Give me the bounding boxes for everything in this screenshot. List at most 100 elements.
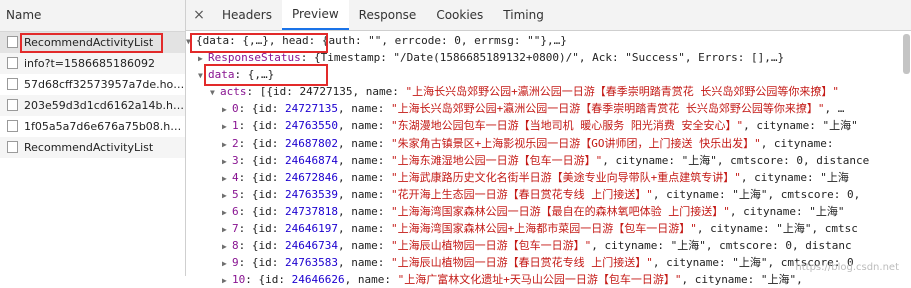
row-name: "上海东滩湿地公园一日游【包车一日游】" — [390, 153, 603, 167]
row-index: 1 — [232, 119, 239, 133]
request-list: RecommendActivityList info?t=158668518609… — [0, 32, 185, 158]
tab-timing[interactable]: Timing — [493, 0, 554, 30]
acts-line[interactable]: ▼ acts: [{id: 24727135, name: "上海长兴岛郊野公园+… — [186, 83, 911, 100]
row-id: 24646626 — [291, 273, 345, 287]
row-name: "上海海湾国家森林公园一日游【最自在的森林氧吧体验 上门接送】" — [390, 204, 730, 218]
expand-triangle-icon[interactable]: ▼ — [198, 67, 208, 83]
act-row[interactable]: ▶ 10: {id: 24646626, name: "上海广富林文化遗址+天马山… — [186, 271, 911, 288]
row-rest: , cityname: "上海" — [743, 119, 858, 133]
collapse-triangle-icon[interactable]: ▶ — [222, 118, 232, 134]
row-sep: , name: — [337, 222, 391, 236]
row-id: 24672846 — [284, 170, 338, 184]
collapse-triangle-icon[interactable]: ▶ — [222, 272, 232, 288]
row-sep: : {id: — [238, 136, 285, 150]
collapse-triangle-icon[interactable]: ▶ — [222, 221, 232, 237]
row-rest: , cityname: — [760, 136, 834, 150]
act-row[interactable]: ▶ 6: {id: 24737818, name: "上海海湾国家森林公园一日游【… — [186, 203, 911, 220]
row-sep: : {id: — [238, 119, 285, 133]
row-sep: , name: — [337, 170, 391, 184]
row-name: "东湖漫地公园包车一日游【当地司机 暖心服务 阳光消费 安全安心】" — [390, 119, 744, 133]
act-row[interactable]: ▶ 8: {id: 24646734, name: "上海辰山植物园一日游【包车一… — [186, 237, 911, 254]
row-rest: , cityname: "上海", cmtscore: 0, distanc — [591, 239, 852, 253]
collapse-triangle-icon[interactable]: ▶ — [222, 101, 232, 117]
row-id: 24737818 — [284, 204, 338, 218]
row-name: "朱家角古镇景区+上海影视乐园一日游【GO讲师团，上门接送 快乐出发】" — [390, 136, 761, 150]
row-sep: : {id: — [238, 256, 285, 270]
row-id: 24646734 — [284, 239, 338, 253]
row-rest: , … — [824, 102, 845, 116]
collapse-triangle-icon[interactable]: ▶ — [222, 170, 232, 186]
row-index: 5 — [232, 187, 239, 201]
request-name: 203e59d3d1cd6162a14b.hot-... — [24, 99, 185, 112]
file-icon — [7, 57, 18, 69]
row-sep: , name: — [337, 153, 391, 167]
name-column-header[interactable]: Name — [0, 0, 185, 32]
row-sep: : {id: — [238, 102, 285, 116]
request-item[interactable]: info?t=1586685186092 — [0, 53, 185, 74]
row-sep: : {id: — [238, 222, 285, 236]
collapse-triangle-icon[interactable]: ▶ — [222, 238, 232, 254]
tab-cookies[interactable]: Cookies — [426, 0, 493, 30]
row-rest: , cityname: "上海 — [740, 170, 849, 184]
request-item[interactable]: 57d68cff32573957a7de.hot-... — [0, 74, 185, 95]
collapse-triangle-icon[interactable]: ▶ — [222, 187, 232, 203]
row-id: 24763583 — [284, 256, 338, 270]
collapse-triangle-icon[interactable]: ▶ — [222, 255, 232, 271]
root-object-line[interactable]: ▼ {data: {,…}, head: {auth: "", errcode: … — [186, 32, 911, 49]
watermark-text: https://blog.csdn.net — [795, 262, 899, 273]
data-key: data — [208, 68, 235, 82]
request-item[interactable]: 203e59d3d1cd6162a14b.hot-... — [0, 95, 185, 116]
act-row[interactable]: ▶ 2: {id: 24687802, name: "朱家角古镇景区+上海影视乐园… — [186, 135, 911, 152]
act-row[interactable]: ▶ 1: {id: 24763550, name: "东湖漫地公园包车一日游【当地… — [186, 117, 911, 134]
tab-preview[interactable]: Preview — [281, 0, 349, 30]
scrollbar-thumb[interactable] — [903, 34, 910, 74]
response-status-value: : {Timestamp: "/Date(1586685189132+0800)… — [300, 51, 785, 65]
row-id: 24646197 — [284, 222, 338, 236]
row-sep: , name: — [337, 119, 391, 133]
close-icon[interactable]: × — [186, 0, 212, 30]
collapse-triangle-icon[interactable]: ▶ — [198, 50, 208, 66]
row-rest: , cityname: "上海" — [729, 204, 845, 218]
row-id: 24727135 — [284, 102, 338, 116]
expand-triangle-icon[interactable]: ▼ — [210, 84, 220, 100]
file-icon — [7, 141, 18, 153]
response-status-key: ResponseStatus — [208, 51, 301, 65]
request-item[interactable]: 1f05a5a7d6e676a75b08.hot-... — [0, 116, 185, 137]
expand-triangle-icon[interactable]: ▼ — [186, 33, 196, 49]
response-status-line[interactable]: ▶ ResponseStatus: {Timestamp: "/Date(1586… — [186, 49, 911, 66]
act-row[interactable]: ▶ 7: {id: 24646197, name: "上海海湾国家森林公园+上海都… — [186, 220, 911, 237]
row-sep: , name: — [337, 187, 391, 201]
row-sep: : {id: — [238, 204, 285, 218]
data-line[interactable]: ▼ data: {,…} — [186, 66, 911, 83]
row-sep: , name: — [337, 256, 391, 270]
preview-tree: ▼ {data: {,…}, head: {auth: "", errcode: … — [186, 32, 911, 286]
collapse-triangle-icon[interactable]: ▶ — [222, 153, 232, 169]
row-rest: , cityname: "上海", cmtscore: 0, — [652, 187, 861, 201]
row-sep: : {id: — [238, 153, 285, 167]
row-sep: : {id: — [238, 170, 285, 184]
row-index: 6 — [232, 204, 239, 218]
act-row[interactable]: ▶ 0: {id: 24727135, name: "上海长兴岛郊野公园+瀛洲公园… — [186, 100, 911, 117]
row-name: "上海海湾国家森林公园+上海都市菜园一日游【包车一日游】" — [390, 222, 697, 236]
tab-headers[interactable]: Headers — [212, 0, 282, 30]
tab-list: Headers Preview Response Cookies Timing — [212, 0, 554, 30]
request-item[interactable]: RecommendActivityList — [0, 137, 185, 158]
row-index: 0 — [232, 102, 239, 116]
row-name: "花开海上生态园一日游【春日赏花专线 上门接送】" — [390, 187, 653, 201]
tab-response[interactable]: Response — [349, 0, 427, 30]
request-name: RecommendActivityList — [24, 141, 154, 154]
row-index: 8 — [232, 239, 239, 253]
acts-prefix: : [{id: 24727135, name: — [246, 85, 406, 99]
collapse-triangle-icon[interactable]: ▶ — [222, 136, 232, 152]
request-name: 1f05a5a7d6e676a75b08.hot-... — [24, 120, 185, 133]
file-icon — [7, 99, 18, 111]
row-name: "上海武康路历史文化名街半日游【美途专业向导带队+重点建筑专讲】" — [390, 170, 741, 184]
row-id: 24646874 — [284, 153, 338, 167]
acts-rows: ▶ 0: {id: 24727135, name: "上海长兴岛郊野公园+瀛洲公园… — [186, 100, 911, 288]
request-list-panel: Name RecommendActivityList info?t=1586685… — [0, 0, 186, 276]
request-item[interactable]: RecommendActivityList — [0, 32, 185, 53]
act-row[interactable]: ▶ 3: {id: 24646874, name: "上海东滩湿地公园一日游【包车… — [186, 152, 911, 169]
act-row[interactable]: ▶ 4: {id: 24672846, name: "上海武康路历史文化名街半日游… — [186, 169, 911, 186]
collapse-triangle-icon[interactable]: ▶ — [222, 204, 232, 220]
act-row[interactable]: ▶ 5: {id: 24763539, name: "花开海上生态园一日游【春日赏… — [186, 186, 911, 203]
